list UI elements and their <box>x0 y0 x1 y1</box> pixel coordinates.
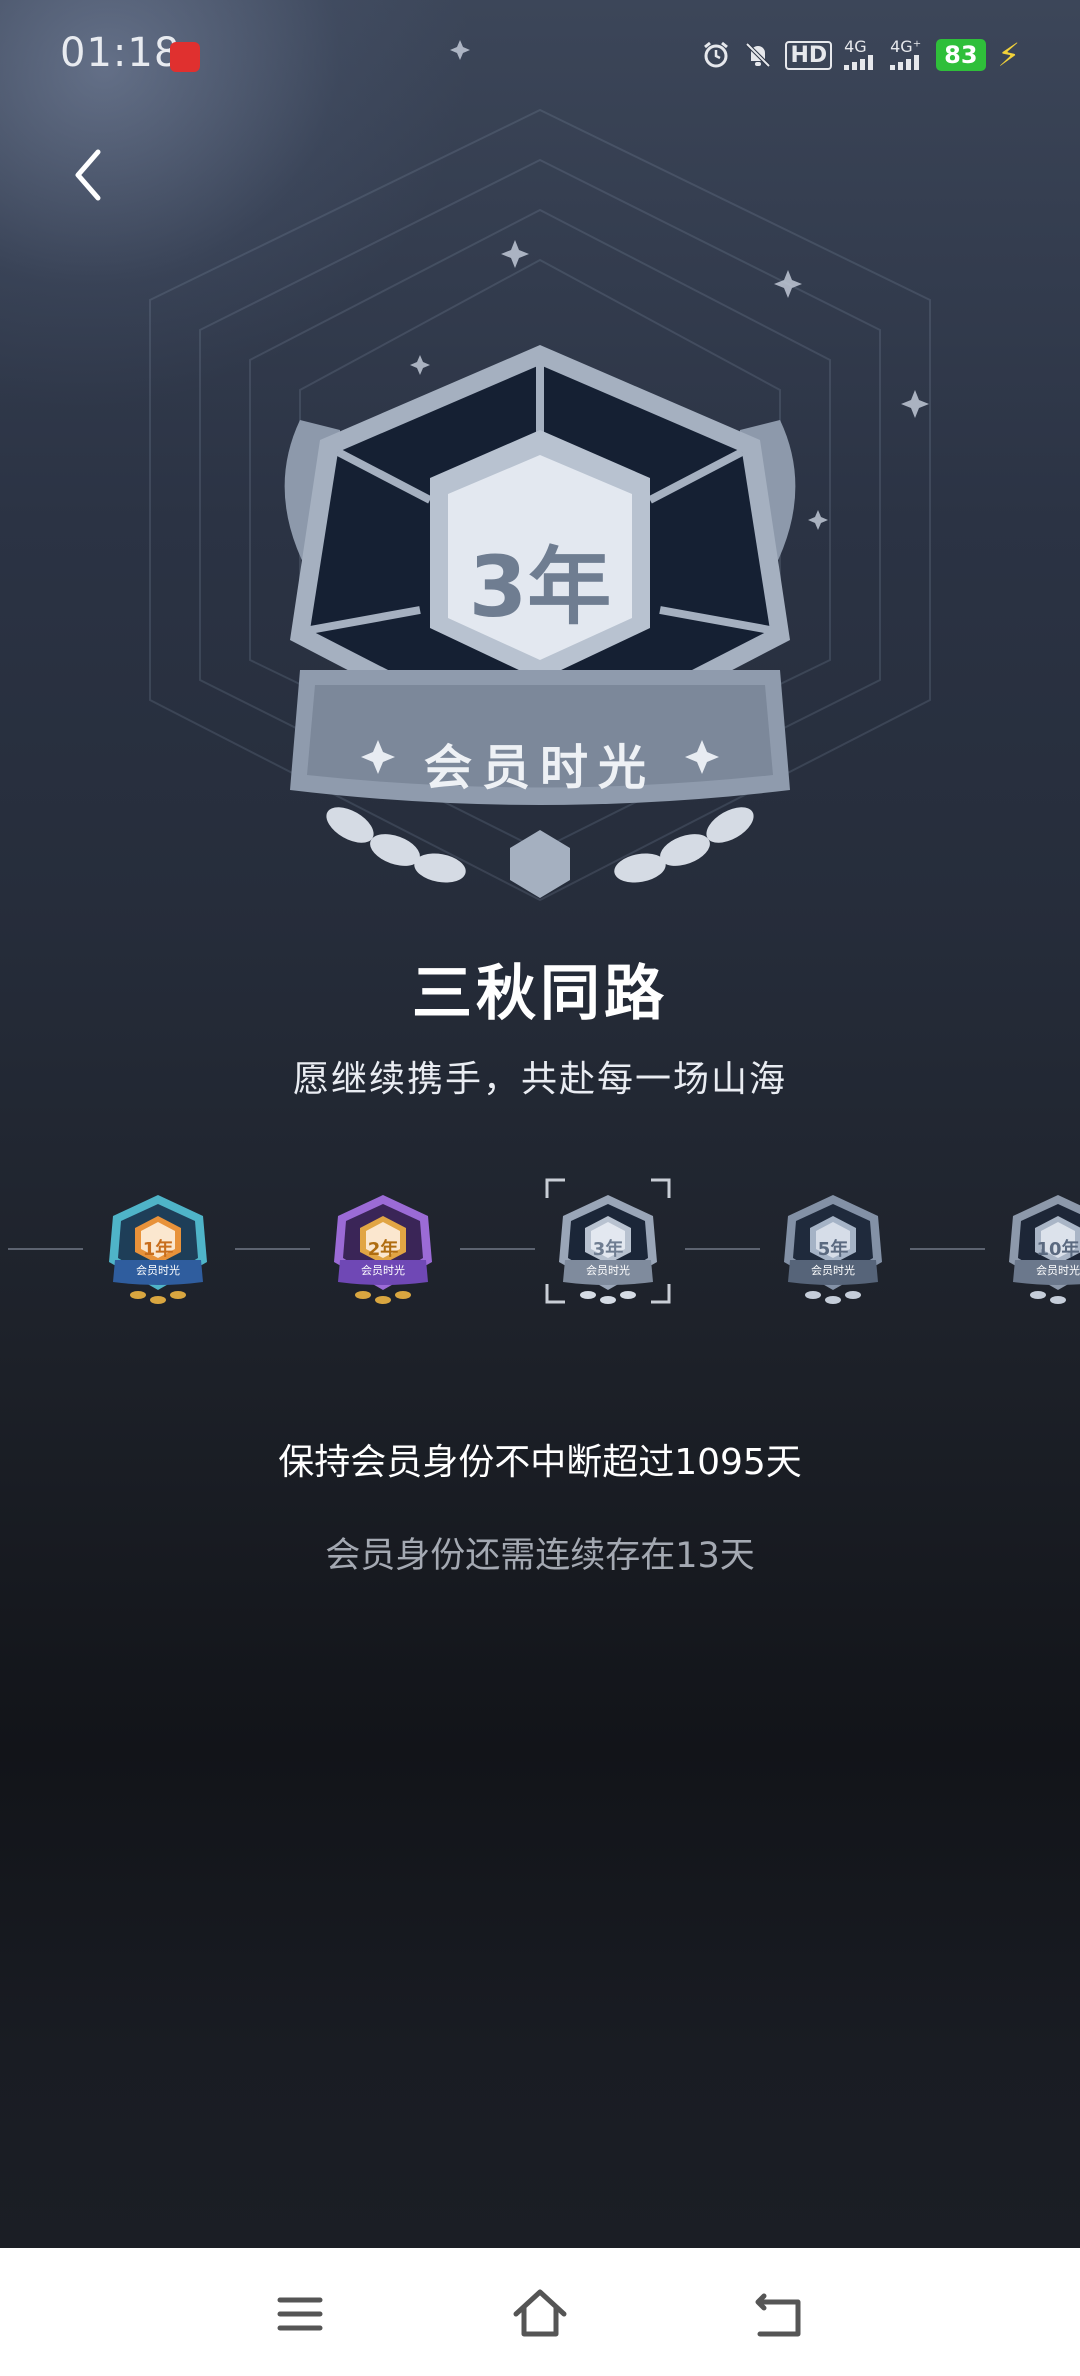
hero-year-label: 3年 <box>468 538 612 636</box>
back-nav-button[interactable] <box>750 2284 810 2344</box>
badge-ribbon-text: 会员时光 <box>811 1264 855 1277</box>
badge-2-year[interactable]: 2年 会员时光 <box>328 1190 438 1310</box>
badge-5-year[interactable]: 5年 会员时光 <box>778 1190 888 1310</box>
badge-ribbon-text: 会员时光 <box>586 1264 630 1277</box>
badge-1-year[interactable]: 1年 会员时光 <box>103 1190 213 1310</box>
badge-3-year[interactable]: 3年 会员时光 <box>545 1178 671 1310</box>
timeline-connector <box>685 1248 760 1250</box>
badge-year-label: 10年 <box>1036 1239 1080 1260</box>
home-icon <box>513 2289 567 2337</box>
hero-badge <box>149 40 931 902</box>
requirement-condition: 保持会员身份不中断超过1095天 <box>278 1442 802 1483</box>
timeline-connector <box>460 1248 535 1250</box>
home-button[interactable] <box>510 2284 570 2344</box>
menu-button[interactable] <box>270 2284 330 2344</box>
badge-ribbon-text: 会员时光 <box>1036 1264 1080 1277</box>
achievement-subtitle: 愿继续携手，共赴每一场山海 <box>292 1059 787 1100</box>
badge-year-label: 5年 <box>817 1239 849 1260</box>
badge-year-label: 3年 <box>592 1239 624 1260</box>
system-nav-bar <box>0 2248 1080 2376</box>
timeline-connector <box>910 1248 985 1250</box>
timeline-connector <box>8 1248 83 1250</box>
badge-year-label: 1年 <box>142 1239 174 1260</box>
hero-badge-area: 3年 会员时光 <box>0 0 1080 960</box>
back-icon <box>755 2293 801 2337</box>
badge-ribbon-text: 会员时光 <box>361 1264 405 1277</box>
badge-timeline[interactable]: 1年 会员时光 2年 会员时光 3年 会员时光 5年 会员时光 10年 会员时光 <box>0 1175 1080 1325</box>
menu-icon <box>277 2297 323 2331</box>
achievement-title: 三秋同路 <box>412 959 668 1029</box>
badge-10-year[interactable]: 10年 会员时光 <box>1003 1190 1080 1310</box>
badge-ribbon-text: 会员时光 <box>136 1264 180 1277</box>
requirement-remaining: 会员身份还需连续存在13天 <box>325 1536 755 1576</box>
timeline-connector <box>235 1248 310 1250</box>
badge-year-label: 2年 <box>367 1239 399 1260</box>
hero-ribbon-text: 会员时光 <box>423 740 656 796</box>
